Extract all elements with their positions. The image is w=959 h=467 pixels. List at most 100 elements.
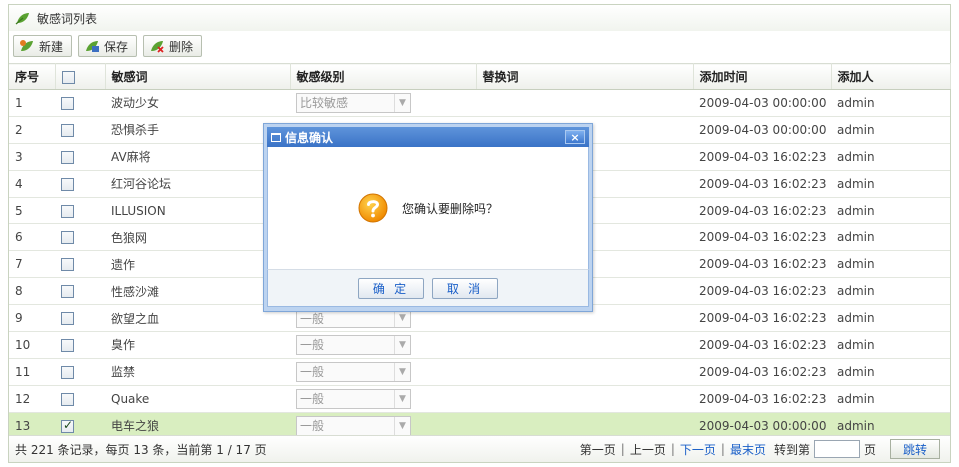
jump-button[interactable]: 跳转	[889, 439, 940, 459]
col-replace[interactable]: 替换词	[476, 63, 694, 90]
level-select[interactable]: 一般 ▼	[296, 388, 411, 409]
col-time[interactable]: 添加时间	[693, 63, 832, 90]
table-row[interactable]: 12 Quake 一般 ▼ 2009-04-03 16:02:23 admin	[9, 385, 950, 413]
chevron-down-icon[interactable]: ▼	[394, 389, 410, 408]
row-user: admin	[831, 304, 950, 333]
row-time: 2009-04-03 00:00:00	[693, 89, 831, 117]
row-checkbox[interactable]	[61, 123, 74, 137]
row-checkbox[interactable]	[61, 365, 74, 379]
table-row[interactable]: 1 波动少女 比较敏感 ▼ 2009-04-03 00:00:00 admin	[9, 89, 950, 117]
level-value: 一般	[300, 338, 325, 353]
row-select[interactable]	[55, 116, 105, 144]
col-select-all[interactable]	[55, 63, 106, 90]
save-button[interactable]: 保存	[78, 35, 138, 57]
row-select[interactable]	[55, 331, 105, 359]
row-word: 臭作	[105, 331, 290, 359]
col-level[interactable]: 敏感级别	[290, 63, 477, 90]
row-select[interactable]	[55, 277, 105, 306]
row-index: 7	[9, 250, 55, 279]
row-select[interactable]	[55, 358, 105, 386]
row-select[interactable]	[55, 170, 105, 198]
row-select[interactable]	[55, 143, 105, 171]
row-level: 一般 ▼	[290, 358, 476, 386]
ok-button[interactable]: 确 定	[358, 277, 424, 299]
record-summary: 共 221 条记录，每页 13 条，当前第 1 / 17 页	[15, 442, 267, 457]
row-checkbox[interactable]	[61, 418, 74, 433]
row-index: 5	[9, 197, 55, 225]
level-select[interactable]: 一般 ▼	[296, 415, 411, 436]
table-row[interactable]: 11 监禁 一般 ▼ 2009-04-03 16:02:23 admin	[9, 358, 950, 386]
col-word[interactable]: 敏感词	[105, 63, 291, 90]
row-checkbox[interactable]	[61, 392, 74, 406]
row-index: 12	[9, 385, 55, 413]
row-checkbox[interactable]	[61, 204, 74, 218]
pager-separator: |	[620, 442, 625, 456]
row-index: 11	[9, 358, 55, 386]
level-select[interactable]: 一般 ▼	[296, 361, 411, 382]
col-index[interactable]: 序号	[9, 63, 56, 90]
row-index: 9	[9, 304, 55, 333]
next-page-link[interactable]: 下一页	[680, 441, 716, 458]
cancel-button[interactable]: 取 消	[432, 277, 498, 299]
level-value: 一般	[300, 365, 325, 380]
row-select[interactable]	[55, 223, 105, 252]
row-select[interactable]	[55, 89, 105, 117]
last-page-link[interactable]: 最末页	[730, 441, 766, 458]
row-checkbox[interactable]	[61, 285, 74, 299]
pager-separator: |	[670, 442, 675, 456]
first-page-link[interactable]: 第一页	[580, 441, 616, 458]
close-icon[interactable]: ×	[565, 130, 585, 144]
row-select[interactable]	[55, 385, 105, 413]
level-select[interactable]: 比较敏感 ▼	[296, 92, 411, 113]
chevron-down-icon[interactable]: ▼	[394, 362, 410, 381]
goto-label: 转到第	[773, 442, 810, 457]
row-select[interactable]	[55, 250, 105, 279]
row-time: 2009-04-03 16:02:23	[693, 143, 831, 171]
row-level: 比较敏感 ▼	[290, 89, 476, 117]
row-replace	[476, 385, 693, 413]
row-select[interactable]	[55, 304, 105, 333]
row-time: 2009-04-03 16:02:23	[693, 250, 831, 279]
row-checkbox[interactable]	[61, 258, 74, 272]
row-index: 1	[9, 89, 55, 117]
dialog-title: 信息确认	[285, 130, 334, 145]
row-replace	[476, 358, 693, 386]
select-all-checkbox[interactable]	[61, 70, 75, 84]
row-checkbox[interactable]	[61, 177, 74, 191]
row-time: 2009-04-03 16:02:23	[693, 197, 831, 225]
level-value: 一般	[300, 419, 325, 434]
row-time: 2009-04-03 00:00:00	[693, 116, 831, 144]
row-user: admin	[831, 223, 950, 252]
confirm-dialog: 信息确认 × 您确认要删除吗？ 确 定 取 消	[263, 123, 593, 312]
row-index: 8	[9, 277, 55, 306]
row-index: 6	[9, 223, 55, 252]
row-index: 3	[9, 143, 55, 171]
table-row[interactable]: 10 臭作 一般 ▼ 2009-04-03 16:02:23 admin	[9, 331, 950, 359]
goto-page-input[interactable]	[813, 440, 860, 458]
row-checkbox[interactable]	[61, 150, 74, 164]
row-checkbox[interactable]	[61, 312, 74, 326]
chevron-down-icon[interactable]: ▼	[394, 335, 410, 354]
dialog-title-bar[interactable]: 信息确认 ×	[267, 127, 589, 147]
row-checkbox[interactable]	[61, 231, 74, 245]
row-user: admin	[831, 385, 950, 413]
chevron-down-icon[interactable]: ▼	[394, 93, 410, 112]
new-label: 新建	[39, 39, 64, 54]
col-user[interactable]: 添加人	[831, 63, 951, 90]
new-button[interactable]: 新建	[13, 35, 73, 57]
row-select[interactable]	[55, 197, 105, 225]
row-word: Quake	[105, 385, 290, 413]
row-checkbox[interactable]	[61, 338, 74, 352]
row-level: 一般 ▼	[290, 385, 476, 413]
delete-button[interactable]: 删除	[143, 35, 203, 57]
prev-page-link[interactable]: 上一页	[630, 441, 666, 458]
dialog-footer: 确 定 取 消	[267, 269, 589, 307]
level-select[interactable]: 一般 ▼	[296, 334, 411, 355]
chevron-down-icon[interactable]: ▼	[394, 416, 410, 435]
row-time: 2009-04-03 16:02:23	[693, 223, 831, 252]
leaf-delete-icon	[151, 41, 164, 53]
row-time: 2009-04-03 16:02:23	[693, 385, 831, 413]
panel-title: 敏感词列表	[37, 11, 98, 26]
row-checkbox[interactable]	[61, 96, 74, 110]
row-user: admin	[831, 116, 950, 144]
